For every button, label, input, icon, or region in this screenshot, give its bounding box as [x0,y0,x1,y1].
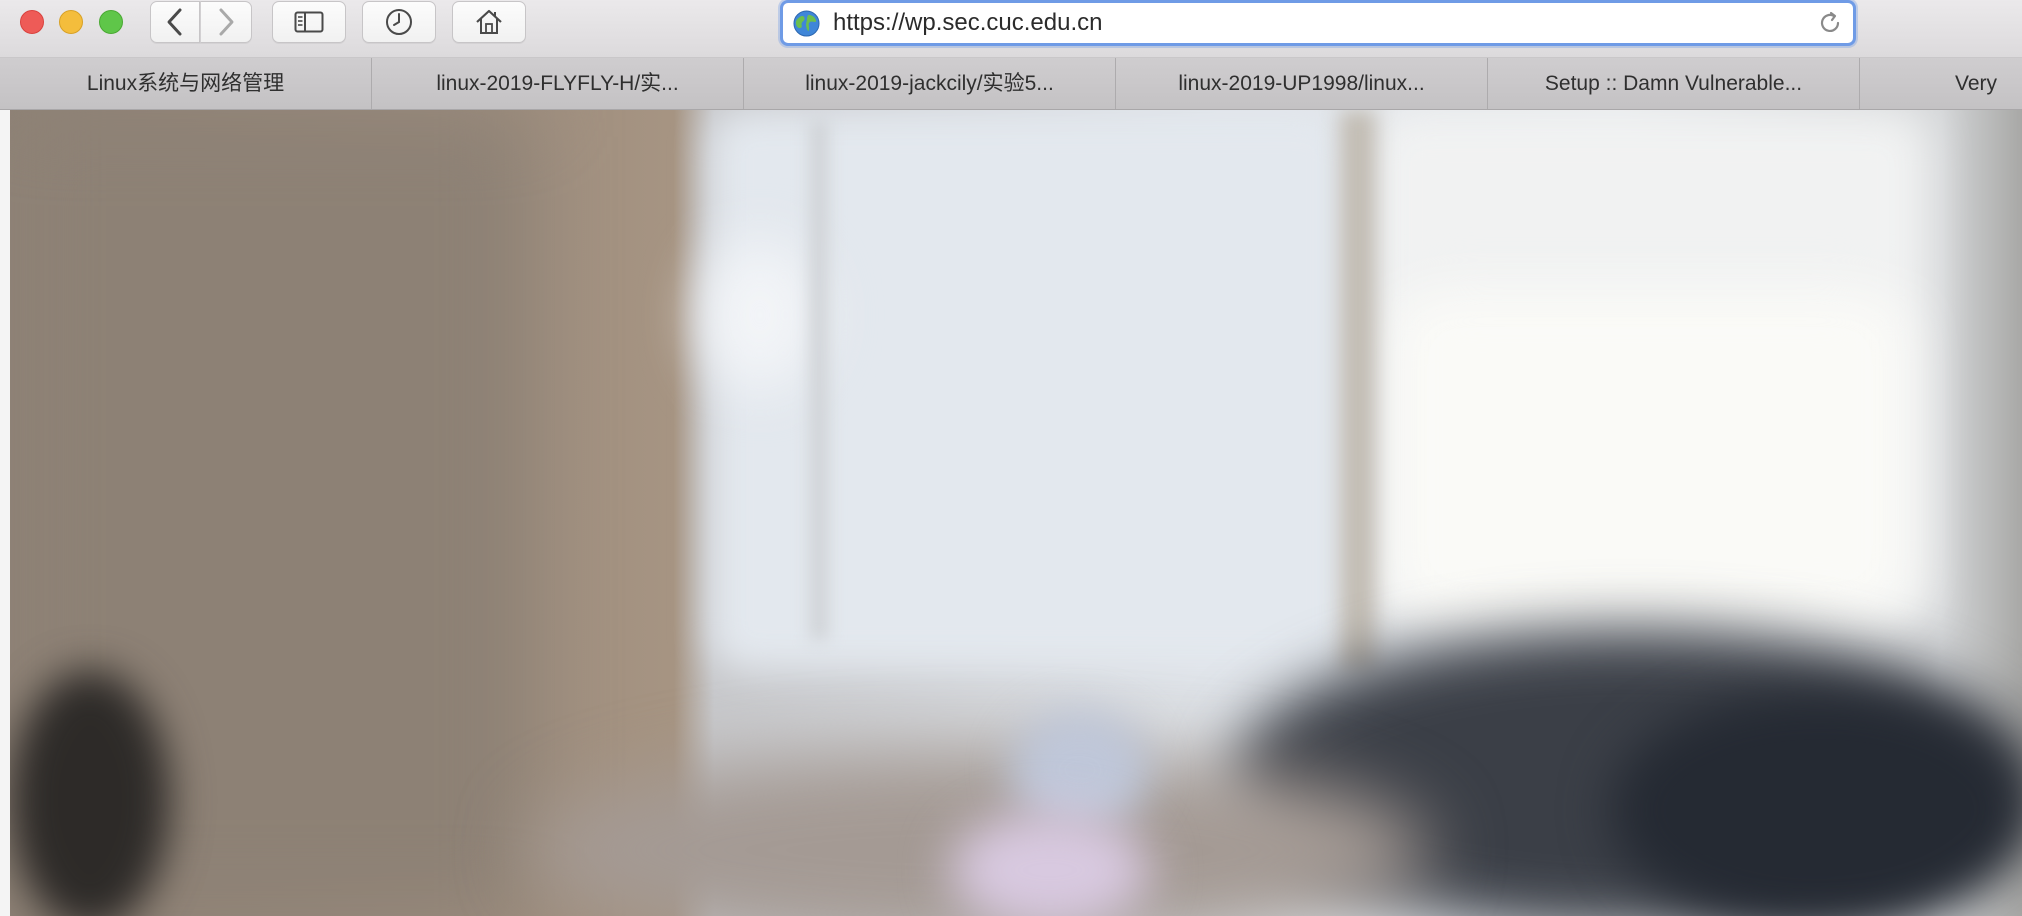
url-text[interactable]: https://wp.sec.cuc.edu.cn [833,3,1102,43]
sidebar-icon [294,11,324,33]
bookmarks-bar: Linux系统与网络管理 linux-2019-FLYFLY-H/实... li… [0,58,2022,110]
hero-image [10,110,2022,916]
browser-toolbar: https://wp.sec.cuc.edu.cn [0,0,2022,58]
chevron-left-icon [167,8,182,36]
zoom-window-button[interactable] [99,10,123,34]
address-bar[interactable]: https://wp.sec.cuc.edu.cn [780,0,1856,46]
home-button[interactable] [452,1,526,43]
clock-icon [386,9,412,35]
close-window-button[interactable] [20,10,44,34]
page-content [0,110,2022,916]
bookmark-item[interactable]: linux-2019-jackcily/实验5... [744,58,1116,109]
bookmark-item[interactable]: linux-2019-UP1998/linux... [1116,58,1488,109]
reload-icon[interactable] [1817,10,1843,36]
chevron-right-icon [219,8,234,36]
bookmark-item[interactable]: Setup :: Damn Vulnerable... [1488,58,1860,109]
bookmark-item[interactable]: Very [1860,58,2022,109]
sidebar-toggle-button[interactable] [272,1,346,43]
bookmark-item[interactable]: Linux系统与网络管理 [0,58,372,109]
history-button[interactable] [362,1,436,43]
minimize-window-button[interactable] [59,10,83,34]
globe-icon [793,10,820,37]
home-icon [476,9,502,34]
back-button[interactable] [150,1,200,43]
bookmark-item[interactable]: linux-2019-FLYFLY-H/实... [372,58,744,109]
forward-button[interactable] [200,1,252,43]
